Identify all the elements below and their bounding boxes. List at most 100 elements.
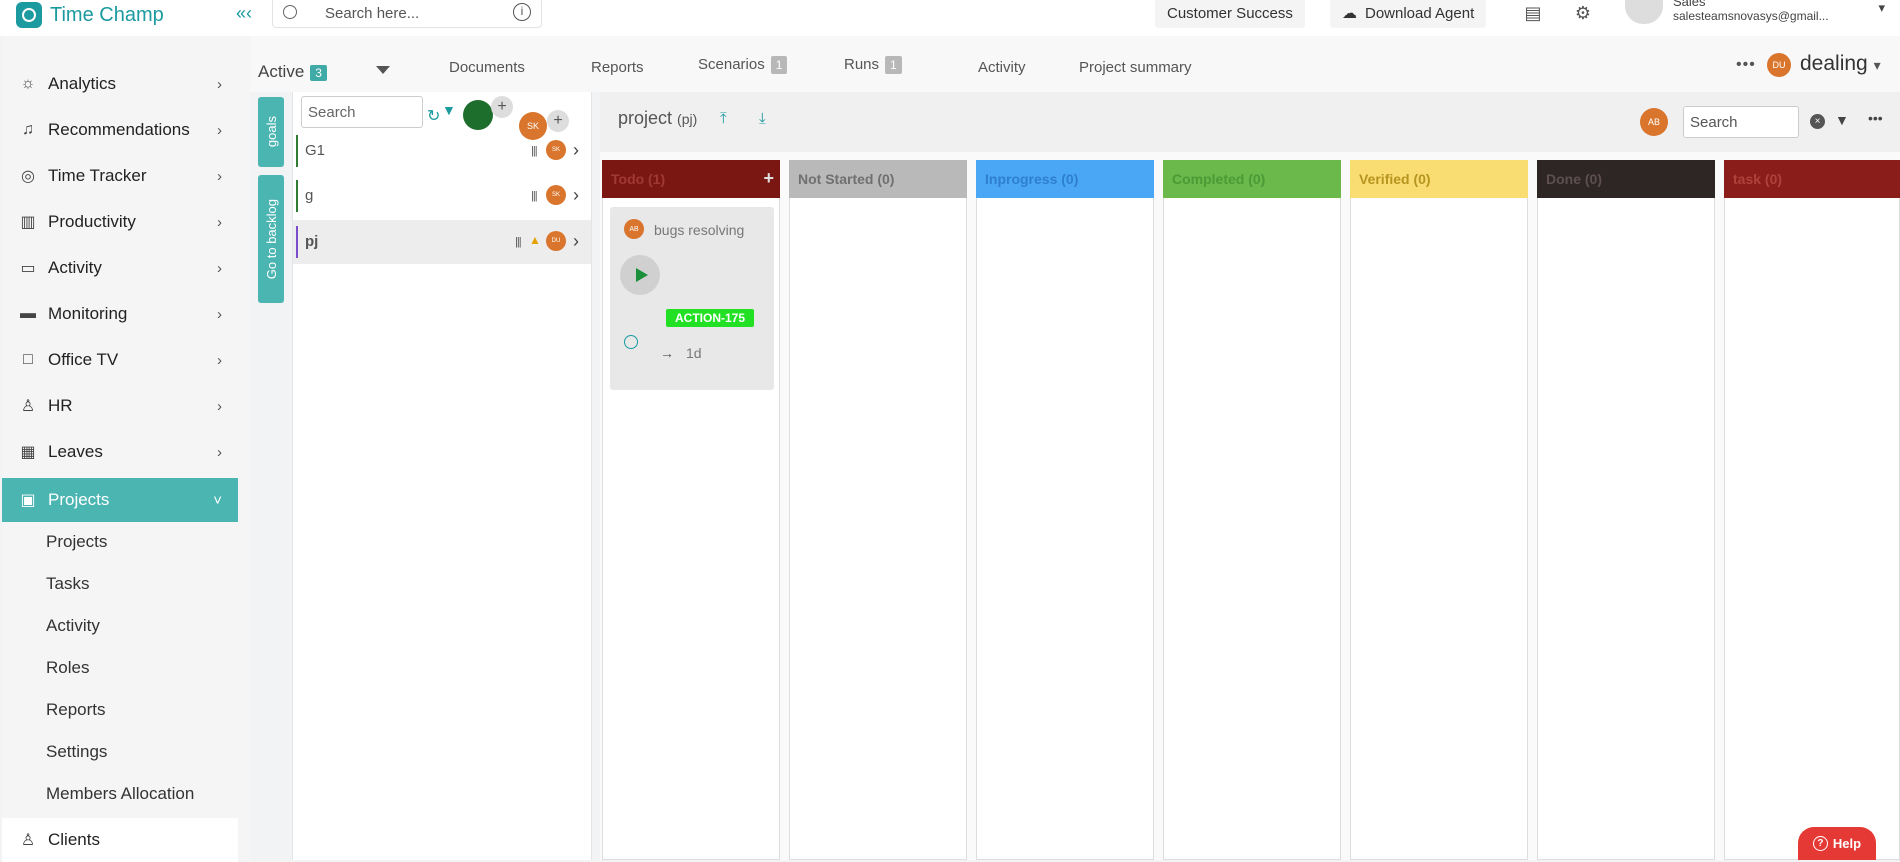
- info-icon[interactable]: i: [513, 3, 531, 21]
- avatar: DU: [546, 231, 566, 251]
- board-column-done: Done (0): [1537, 160, 1715, 860]
- sidebar-item-time-tracker[interactable]: ◎ Time Tracker ›: [2, 154, 238, 198]
- download-agent-button[interactable]: ☁ Download Agent: [1330, 0, 1487, 28]
- chevron-right-icon: ›: [217, 443, 222, 461]
- sidebar-item-projects[interactable]: ▣ Projects ˅: [2, 478, 238, 522]
- board-column-not-started: Not Started (0): [789, 160, 967, 860]
- task-card[interactable]: AB bugs resolving ACTION-175 → 1d: [610, 207, 774, 390]
- tab-scenarios[interactable]: Scenarios 1: [698, 56, 788, 75]
- active-count-badge: 3: [310, 65, 327, 81]
- project-selector[interactable]: dealing ▾: [1800, 52, 1881, 76]
- app-logo[interactable]: Time Champ: [16, 2, 164, 28]
- tv-icon: □: [23, 351, 33, 368]
- download-icon[interactable]: ⤓: [759, 110, 773, 127]
- board-title: project (pj): [618, 108, 697, 129]
- sidebar-item-analytics[interactable]: ☼ Analytics ›: [2, 62, 238, 106]
- backlog-tab-label: Go to backlog: [263, 198, 279, 280]
- sidebar-item-label: Monitoring: [48, 304, 128, 323]
- goal-name: G1: [305, 142, 326, 159]
- sidebar-subitem-settings[interactable]: Settings: [46, 742, 107, 762]
- column-title: Completed (0): [1172, 171, 1266, 187]
- column-header: Inprogress (0): [976, 160, 1154, 198]
- clear-icon[interactable]: ×: [1810, 114, 1825, 129]
- sidebar-subitem-members-allocation[interactable]: Members Allocation: [46, 784, 194, 804]
- goals-tab[interactable]: goals: [258, 97, 284, 167]
- board-title-text: project: [618, 108, 673, 128]
- global-search-input[interactable]: Search here... i: [272, 0, 542, 28]
- list-item[interactable]: G1 ||| SK ›: [293, 129, 591, 173]
- column-title: Verified (0): [1359, 171, 1431, 187]
- goals-search-input[interactable]: Search: [301, 96, 423, 128]
- sidebar-item-label: HR: [48, 396, 73, 415]
- warning-icon: ▲: [529, 233, 541, 247]
- user-menu[interactable]: Sales salesteamsnovasys@gmail... ▾: [1625, 0, 1885, 30]
- sidebar-item-office-tv[interactable]: □ Office TV ›: [2, 338, 238, 382]
- tab-documents[interactable]: Documents: [449, 59, 525, 76]
- chevron-right-icon[interactable]: ›: [573, 140, 579, 161]
- sidebar-subitem-roles[interactable]: Roles: [46, 658, 89, 678]
- sidebar-item-productivity[interactable]: ▥ Productivity ›: [2, 200, 238, 244]
- tab-label: Runs: [844, 56, 880, 73]
- chevron-right-icon[interactable]: ›: [573, 231, 579, 252]
- chevron-right-icon[interactable]: ›: [573, 185, 579, 206]
- question-icon: ?: [1812, 836, 1828, 851]
- sidebar-subitem-activity[interactable]: Activity: [46, 616, 100, 636]
- download-agent-label: Download Agent: [1365, 4, 1475, 22]
- sidebar-item-recommendations[interactable]: ♫ Recommendations ›: [2, 108, 238, 152]
- ticket-icon: ▭: [20, 260, 36, 277]
- sidebar-item-leaves[interactable]: ▦ Leaves ›: [2, 430, 238, 474]
- board-search-input[interactable]: Search: [1683, 106, 1799, 138]
- list-item[interactable]: pj ||| ▲ DU ›: [293, 220, 591, 264]
- gear-icon[interactable]: ⚙: [1567, 0, 1599, 28]
- sidebar-item-activity[interactable]: ▭ Activity ›: [2, 246, 238, 290]
- task-tag: ACTION-175: [666, 309, 755, 327]
- list-item[interactable]: g ||| SK ›: [293, 174, 591, 218]
- clock-icon: [624, 335, 638, 349]
- sidebar-subitem-tasks[interactable]: Tasks: [46, 574, 89, 594]
- add-icon[interactable]: +: [763, 168, 774, 189]
- filter-icon[interactable]: ▼: [1835, 112, 1849, 128]
- board-column-verified: Verified (0): [1350, 160, 1528, 860]
- document-icon[interactable]: ▤: [1517, 0, 1549, 28]
- customer-success-label: Customer Success: [1167, 4, 1293, 22]
- bulb-icon: ☼: [20, 75, 36, 92]
- tab-project-summary[interactable]: Project summary: [1079, 59, 1192, 76]
- tab-runs[interactable]: Runs 1: [844, 56, 902, 75]
- chevron-right-icon: ›: [217, 121, 222, 139]
- column-header: Completed (0): [1163, 160, 1341, 198]
- play-icon[interactable]: [620, 255, 660, 295]
- add-icon[interactable]: +: [491, 96, 513, 118]
- sidebar-item-clients[interactable]: ♙ Clients: [2, 818, 238, 862]
- go-to-backlog-tab[interactable]: Go to backlog: [258, 175, 284, 303]
- task-title: bugs resolving: [654, 222, 745, 238]
- more-options-icon[interactable]: •••: [1868, 110, 1883, 126]
- goal-name: g: [305, 187, 314, 204]
- status-dot[interactable]: [463, 100, 493, 130]
- chevron-right-icon: ›: [217, 167, 222, 185]
- help-button[interactable]: ? Help: [1798, 827, 1876, 860]
- upload-icon[interactable]: ⤒: [720, 110, 734, 127]
- briefcase-icon: ▣: [20, 492, 36, 509]
- sidebar-subitem-reports[interactable]: Reports: [46, 700, 106, 720]
- tab-reports[interactable]: Reports: [591, 59, 644, 76]
- kanban-board: project (pj) ⤒ ⤓ AB Search × ▼ ••• Todo …: [600, 92, 1900, 860]
- sidebar-item-monitoring[interactable]: ▬ Monitoring ›: [2, 292, 238, 336]
- refresh-icon[interactable]: ↻: [427, 106, 440, 126]
- cloud-download-icon: ☁: [1342, 5, 1357, 22]
- collapse-sidebar-icon[interactable]: «‹: [236, 3, 252, 24]
- avatar: AB: [1640, 108, 1668, 136]
- status-filter-dropdown[interactable]: Active 3: [258, 62, 327, 82]
- tab-activity[interactable]: Activity: [978, 59, 1026, 76]
- goal-name: pj: [305, 233, 319, 250]
- chevron-down-icon[interactable]: [376, 66, 390, 74]
- sidebar-subitem-projects[interactable]: Projects: [46, 532, 107, 552]
- search-icon: [283, 5, 297, 19]
- sidebar-item-hr[interactable]: ♙ HR ›: [2, 384, 238, 428]
- column-header: Done (0): [1537, 160, 1715, 198]
- column-header: Not Started (0): [789, 160, 967, 198]
- project-name: dealing: [1800, 52, 1868, 75]
- more-options-icon[interactable]: •••: [1736, 56, 1756, 74]
- filter-icon[interactable]: ▼: [442, 102, 456, 118]
- customer-success-button[interactable]: Customer Success: [1155, 0, 1305, 28]
- priority-icon: |||: [515, 236, 522, 248]
